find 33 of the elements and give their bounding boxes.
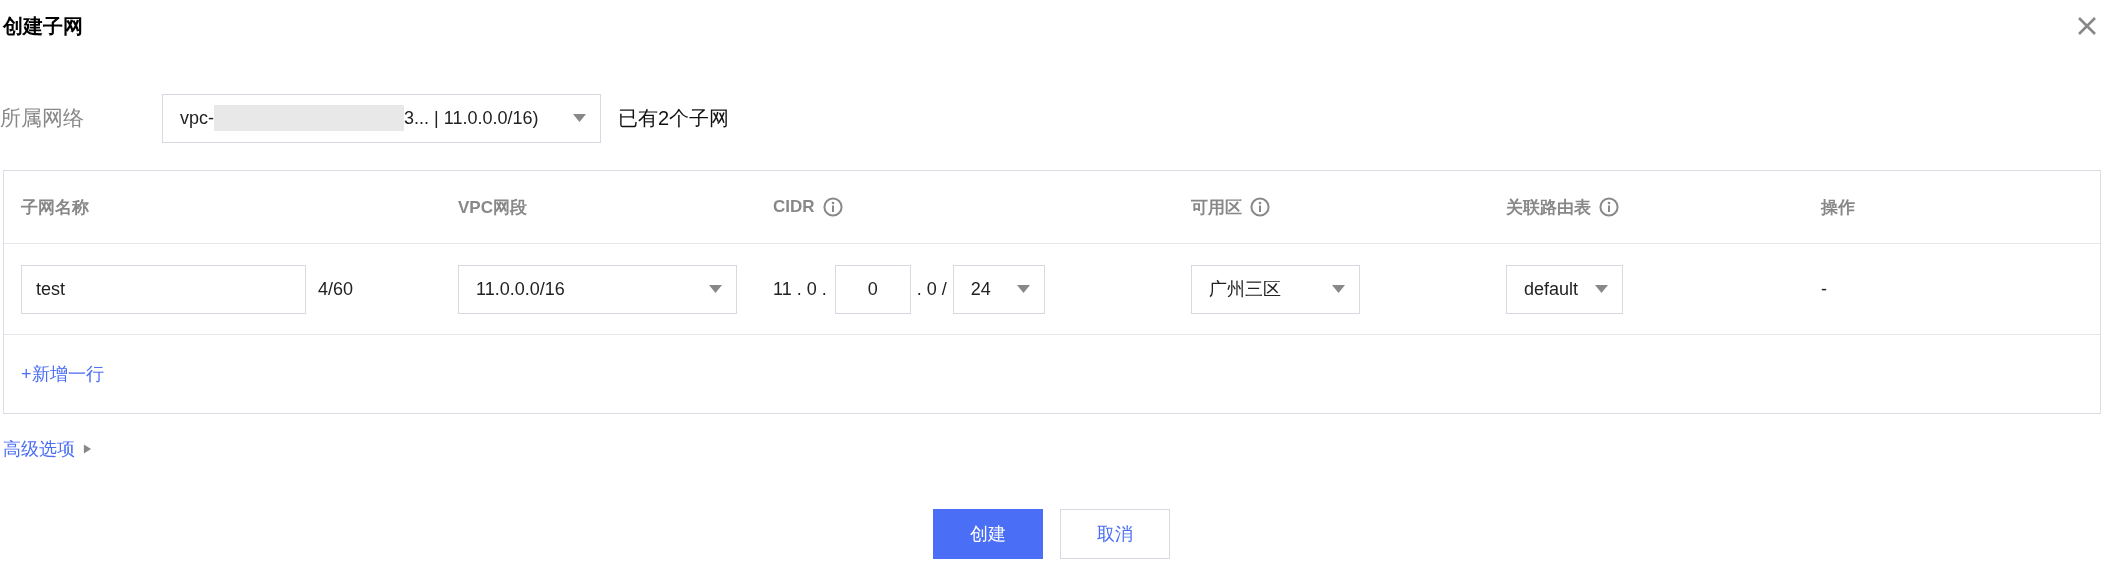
field-label: 所属网络 <box>0 105 85 131</box>
info-icon <box>822 197 843 217</box>
cidr-octet-input[interactable]: 0 <box>834 264 911 314</box>
network-select[interactable]: vpc- 3... | 11.0.0.0/16) <box>162 93 601 143</box>
caret-icon <box>1332 285 1345 293</box>
cancel-button[interactable]: 取消 <box>1060 509 1170 559</box>
cidr-suffix: . 0 / <box>916 278 947 300</box>
caret-icon <box>1595 285 1608 293</box>
mask-select[interactable]: 24 <box>952 264 1045 314</box>
vpc-range-select[interactable]: 11.0.0.0/16 <box>458 264 737 314</box>
caret-icon <box>573 114 586 122</box>
column-header: CIDR <box>773 197 1191 217</box>
action-text: - <box>1821 278 1827 300</box>
subnet-name-input[interactable]: test <box>21 264 306 314</box>
column-header: 操作 <box>1821 196 1856 219</box>
add-row-link[interactable]: +新增一行 <box>21 362 104 386</box>
info-icon <box>1250 197 1270 217</box>
subnet-count: 已有2个子网 <box>618 105 730 131</box>
close-icon[interactable] <box>2077 16 2097 36</box>
info-icon <box>1599 197 1619 217</box>
create-button[interactable]: 创建 <box>933 509 1043 559</box>
column-header: 可用区 <box>1191 195 1506 219</box>
zone-select[interactable]: 广州三区 <box>1191 264 1360 314</box>
caret-icon <box>1016 285 1030 293</box>
column-header: 子网名称 <box>21 196 90 219</box>
column-header: 关联路由表 <box>1506 195 1821 219</box>
cidr-prefix: 11 . 0 . <box>773 278 827 300</box>
caret-icon <box>709 285 722 293</box>
column-header: VPC网段 <box>458 196 528 219</box>
char-count: 4/60 <box>318 278 354 300</box>
advanced-options-link[interactable]: 高级选项 <box>3 437 75 461</box>
route-table-select[interactable]: default <box>1506 264 1623 314</box>
dialog-title: 创建子网 <box>3 13 83 39</box>
